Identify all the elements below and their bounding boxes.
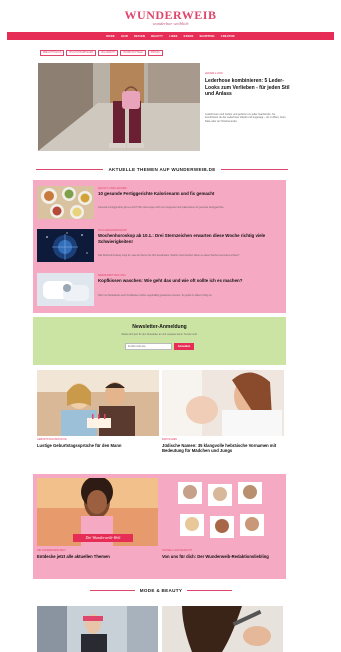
promo-image-collage[interactable] <box>162 478 283 546</box>
promo-overlay-label: Die Wunderweib-Welt <box>73 534 133 542</box>
section-title: AKTUELLE THEMEN AUF WUNDERWEIB.DE <box>108 167 216 172</box>
newsletter-title: Newsletter-Anmeldung <box>132 324 187 330</box>
topic-image-horoscope[interactable] <box>37 229 94 262</box>
section-heading-mode-beauty: MODE & BEAUTY <box>90 588 233 593</box>
topic-image-pillow[interactable] <box>37 273 94 306</box>
tag-chip[interactable]: #BEAUTYHACKS <box>40 50 65 56</box>
topic-kicker: MEDIENMITTEILUNG <box>98 273 126 277</box>
topic-title[interactable]: Kopfkissen waschen: Wie geht das und wie… <box>98 278 283 284</box>
tag-chip[interactable]: #WORKOUTTAGE <box>120 50 146 56</box>
topic-kicker: WOCHENHOROSKOP <box>98 228 127 232</box>
article-image-baby[interactable] <box>162 370 284 436</box>
nav-item-creator[interactable]: CREATOR <box>221 35 235 38</box>
hero-text: Lederhosen sind zeitlos und gehören zu j… <box>205 113 286 123</box>
section-heading-aktuelle-themen: AKTUELLE THEMEN AUF WUNDERWEIB.DE <box>36 167 289 172</box>
topic-text: Das Wochenhoroskop zeigt dir, was die St… <box>98 254 240 257</box>
nav-item-liebe[interactable]: LIEBE <box>169 35 178 38</box>
article-title[interactable]: Jüdische Namen: 35 klangvolle hebräische… <box>162 443 284 453</box>
promo-title[interactable]: Entdecke jetzt alle aktuellen Themen <box>37 554 158 559</box>
topic-title[interactable]: Wochenhoroskop ab 10.1.: Drei Sternzeich… <box>98 233 283 244</box>
main-navigation: MODE HAIR DESIGN BEAUTY LIEBE ESSEN SHOP… <box>7 32 334 40</box>
article-image-hair[interactable] <box>162 606 283 652</box>
article-title[interactable]: Lustige Geburtstagssprüche für den Mann <box>37 443 159 448</box>
promo-title[interactable]: Von uns für dich: Der Wunderweib-Redakti… <box>162 554 283 559</box>
article-kicker: BABYNAMEN <box>162 438 178 441</box>
nav-item-design[interactable]: DESIGN <box>134 35 145 38</box>
nav-item-essen[interactable]: ESSEN <box>184 35 194 38</box>
topic-text: Nicht nur Bettwäsche auch Kopfkissen sol… <box>98 294 213 297</box>
nav-item-shopping[interactable]: SHOPPING <box>199 35 214 38</box>
tag-chip[interactable]: #KLARSICHT <box>98 50 119 56</box>
tag-bar: #BEAUTYHACKS #HAUTVORURTEILEN #KLARSICHT… <box>40 50 163 56</box>
nav-item-hair[interactable]: HAIR <box>121 35 128 38</box>
newsletter-text: Melde dich jetzt für den Newsletter an u… <box>121 333 198 336</box>
tag-chip[interactable]: #HAUTVORURTEILEN <box>66 50 97 56</box>
newsletter-submit-button[interactable]: Anmelden <box>174 343 194 350</box>
promo-kicker: SCHNELL NACHGEKOCHT <box>162 549 193 552</box>
article-image-fashion[interactable] <box>37 606 158 652</box>
hero-image[interactable] <box>38 63 200 151</box>
topic-image-food[interactable] <box>37 186 94 219</box>
topic-text: Gesunde Fertiggerichte gibt es nicht? Wi… <box>98 206 225 209</box>
tag-chip[interactable]: #SPASS <box>147 50 163 56</box>
article-image-birthday[interactable] <box>37 370 159 436</box>
article-kicker: GEBURTSTAGSSPRÜCHE <box>37 438 67 441</box>
site-tagline: wunderbar weiblich <box>152 21 189 26</box>
hero-kicker: LEDER-LOOK <box>205 71 224 75</box>
promo-kicker: DIE WUNDERWEIB-WELT <box>37 549 66 552</box>
nav-item-mode[interactable]: MODE <box>106 35 115 38</box>
hero-title[interactable]: Lederhose kombinieren: 5 Leder-Looks zum… <box>205 78 290 98</box>
newsletter-email-input[interactable] <box>125 343 172 350</box>
section-title: MODE & BEAUTY <box>139 588 183 593</box>
topic-title[interactable]: 10 gesunde Fertiggerichte Kalorienarm un… <box>98 191 283 197</box>
nav-item-beauty[interactable]: BEAUTY <box>151 35 163 38</box>
topic-kicker: LEICHT UND LECKER <box>98 186 127 190</box>
